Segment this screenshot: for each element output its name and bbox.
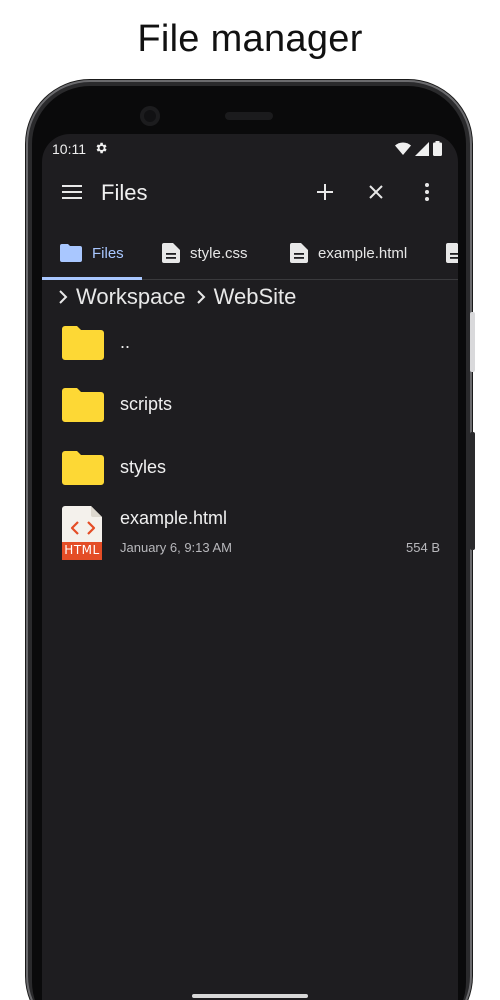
breadcrumb-workspace[interactable]: Workspace [76, 284, 186, 310]
html-badge-label: HTML [64, 543, 100, 557]
settings-gear-icon [96, 142, 107, 154]
file-name: scripts [120, 394, 173, 414]
tab-files[interactable]: Files [60, 226, 124, 280]
app-screen: 10:11 Files Files style.css example.html… [42, 134, 458, 1000]
close-icon[interactable] [365, 181, 387, 203]
tab-label: Files [92, 244, 124, 262]
add-icon[interactable] [314, 181, 336, 203]
document-icon [162, 243, 180, 263]
folder-icon [62, 326, 104, 360]
app-bar: Files [42, 164, 458, 226]
breadcrumb-website[interactable]: WebSite [214, 284, 297, 310]
list-item-styles[interactable]: styles [42, 437, 458, 499]
file-name: example.html [120, 508, 228, 528]
status-icons [395, 141, 442, 156]
power-button [470, 312, 475, 372]
signal-icon [415, 141, 429, 156]
battery-icon [433, 141, 442, 156]
status-bar: 10:11 [42, 134, 458, 164]
app-title: Files [101, 180, 148, 205]
volume-button [470, 432, 475, 550]
front-camera [140, 106, 160, 126]
tab-example-html[interactable]: example.html [290, 226, 407, 280]
breadcrumb: Workspace WebSite [54, 282, 296, 312]
file-date: January 6, 9:13 AM [120, 540, 233, 555]
chevron-right-icon [196, 290, 206, 304]
wifi-icon [395, 142, 411, 155]
list-item-example-html[interactable]: HTML example.html January 6, 9:13 AM 554… [42, 500, 458, 570]
list-item-parent-folder[interactable]: .. [42, 312, 458, 374]
folder-icon [62, 388, 104, 422]
list-item-scripts[interactable]: scripts [42, 374, 458, 436]
tab-bar: Files style.css example.html [42, 226, 458, 280]
tab-style-css[interactable]: style.css [162, 226, 248, 280]
file-name: .. [120, 332, 131, 352]
tab-label: style.css [190, 244, 248, 262]
document-icon [446, 243, 458, 263]
folder-icon [62, 451, 104, 485]
more-vert-icon[interactable] [417, 181, 437, 203]
earpiece-speaker [225, 112, 273, 120]
document-icon [290, 243, 308, 263]
chevron-right-icon [59, 290, 68, 304]
tab-label: example.html [318, 244, 408, 262]
file-name: styles [120, 457, 167, 477]
promo-title: File manager [137, 18, 363, 60]
home-indicator[interactable] [192, 994, 308, 998]
status-time: 10:11 [52, 141, 86, 157]
active-tab-indicator [42, 277, 142, 280]
hamburger-menu-icon[interactable] [62, 184, 82, 200]
tab-overflow[interactable] [446, 226, 458, 280]
folder-icon [60, 244, 82, 262]
file-size: 554 B [406, 540, 440, 555]
